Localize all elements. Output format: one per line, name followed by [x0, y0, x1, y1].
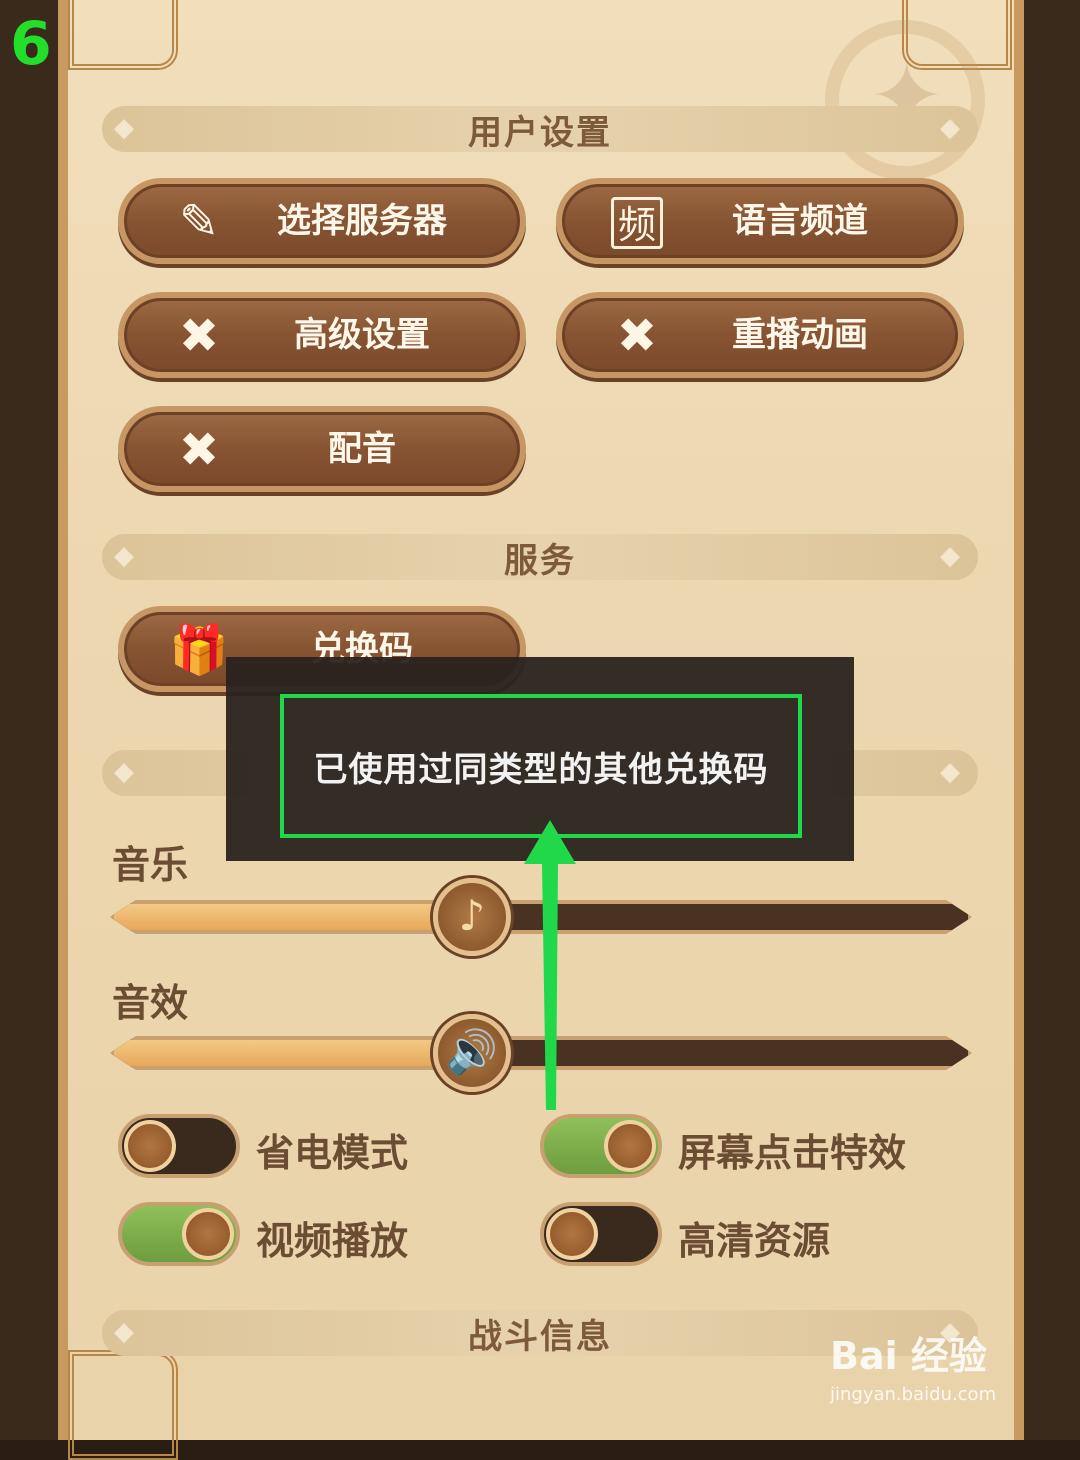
step-number: 6	[10, 9, 52, 79]
channel-icon-char: 频	[611, 197, 663, 249]
corner-ornament	[68, 1350, 178, 1460]
button-label: 重播动画	[732, 315, 868, 355]
watermark-brand: Bai 经验	[830, 1334, 987, 1378]
power-saving-toggle[interactable]	[118, 1114, 240, 1178]
left-edge	[0, 0, 58, 1440]
watermark-url: jingyan.baidu.com	[830, 1384, 997, 1405]
section-title: 战斗信息	[468, 1316, 612, 1357]
right-edge	[1024, 0, 1080, 1440]
language-channel-button[interactable]: 频 语言频道	[556, 178, 964, 264]
replay-animation-button[interactable]: ✖ 重播动画	[556, 292, 964, 378]
diamond-icon: ◆	[940, 757, 960, 787]
toggle-knob	[182, 1208, 234, 1260]
toggle-knob	[604, 1120, 656, 1172]
toggle-knob	[124, 1120, 176, 1172]
diamond-icon: ◆	[114, 541, 134, 571]
screen-tap-effect-label: 屏幕点击特效	[678, 1131, 907, 1175]
diamond-icon: ◆	[114, 757, 134, 787]
tools-icon: ✖	[616, 308, 658, 364]
button-label: 选择服务器	[277, 201, 447, 241]
button-label: 配音	[328, 429, 396, 469]
sfx-label: 音效	[112, 981, 189, 1025]
voice-button[interactable]: ✖ 配音	[118, 406, 526, 492]
tools-icon: ✖	[178, 422, 220, 478]
annotation-arrow-icon	[524, 820, 576, 1110]
button-label: 语言频道	[732, 201, 868, 241]
toggle-knob	[546, 1208, 598, 1260]
hd-resources-toggle[interactable]	[540, 1202, 662, 1266]
diamond-icon: ◆	[114, 1317, 134, 1347]
section-title: 用户设置	[468, 112, 612, 153]
video-playback-toggle[interactable]	[118, 1202, 240, 1266]
hd-resources-label: 高清资源	[678, 1219, 831, 1263]
sfx-slider-fill	[114, 1040, 477, 1066]
select-server-button[interactable]: ✎ 选择服务器	[118, 178, 526, 264]
channel-icon: 频	[602, 194, 672, 250]
diamond-icon: ◆	[940, 113, 960, 143]
corner-ornament	[68, 0, 178, 70]
power-saving-label: 省电模式	[256, 1131, 409, 1175]
video-playback-label: 视频播放	[256, 1219, 409, 1263]
tools-icon: ✖	[178, 308, 220, 364]
baidu-watermark: Bai 经验 jingyan.baidu.com	[830, 1325, 1030, 1405]
section-service: ◆ 服务 ◆	[102, 534, 978, 581]
diamond-icon: ◆	[114, 113, 134, 143]
button-label: 高级设置	[294, 315, 430, 355]
toast-highlight-box: 已使用过同类型的其他兑换码	[280, 694, 802, 838]
toast-message: 已使用过同类型的其他兑换码	[313, 749, 769, 790]
section-user-settings: ◆ 用户设置 ◆	[102, 106, 978, 153]
gift-icon: 🎁	[169, 622, 229, 678]
speaker-icon[interactable]: 🔊	[433, 1014, 512, 1092]
section-title: 服务	[504, 540, 576, 581]
music-note-icon[interactable]: ♪	[433, 878, 512, 956]
quill-map-icon: ✎	[178, 194, 220, 250]
screen-tap-effect-toggle[interactable]	[540, 1114, 662, 1178]
advanced-settings-button[interactable]: ✖ 高级设置	[118, 292, 526, 378]
compass-emblem-icon	[825, 20, 985, 180]
music-slider-fill	[114, 904, 477, 930]
music-label: 音乐	[112, 843, 189, 887]
diamond-icon: ◆	[940, 541, 960, 571]
